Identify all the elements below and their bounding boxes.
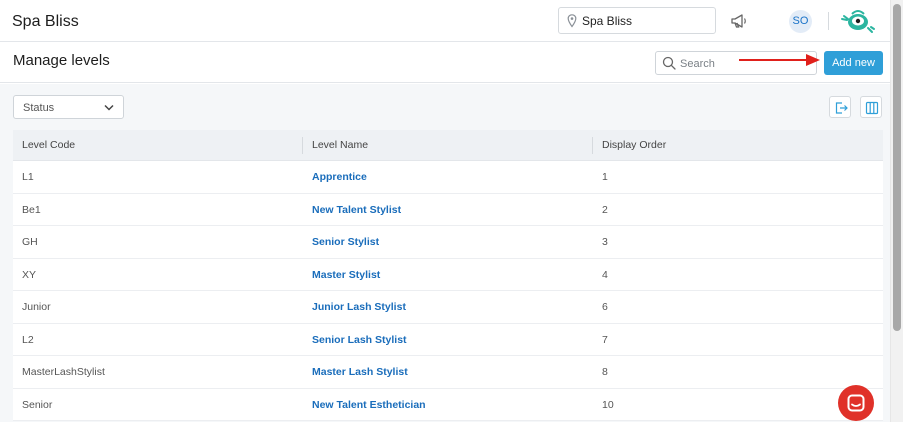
- scrollbar-thumb[interactable]: [893, 4, 901, 331]
- table-row[interactable]: XY Master Stylist 4: [13, 259, 883, 291]
- column-header-level-code[interactable]: Level Code: [22, 139, 75, 151]
- display-order: 1: [602, 171, 608, 183]
- level-code: Be1: [22, 203, 41, 216]
- level-code: L1: [22, 171, 34, 183]
- table-row[interactable]: Be1 New Talent Stylist 2: [13, 194, 883, 226]
- search-placeholder: Search: [680, 58, 715, 70]
- brand-name: Spa Bliss: [12, 13, 79, 30]
- content-area: Status Level Code Level Name Display Ord…: [0, 84, 890, 422]
- export-icon: [835, 102, 848, 114]
- level-name-link[interactable]: Master Lash Stylist: [312, 366, 408, 378]
- table-row[interactable]: Senior New Talent Esthetician 10: [13, 389, 883, 421]
- chat-launcher-button[interactable]: [838, 385, 874, 421]
- status-filter-label: Status: [23, 102, 55, 114]
- location-pin-icon: [567, 14, 577, 28]
- top-bar: Spa Bliss Spa Bliss SO: [0, 0, 890, 42]
- column-divider: [302, 137, 303, 154]
- level-code: GH: [22, 236, 38, 248]
- levels-table: Level Code Level Name Display Order L1 A…: [13, 130, 883, 421]
- level-code: Junior: [22, 301, 51, 313]
- column-header-display-order[interactable]: Display Order: [602, 139, 666, 151]
- level-name-link[interactable]: Apprentice: [312, 171, 367, 183]
- user-avatar[interactable]: SO: [789, 10, 812, 33]
- columns-button[interactable]: [860, 96, 882, 118]
- add-new-button[interactable]: Add new: [824, 51, 883, 75]
- table-row[interactable]: L1 Apprentice 1: [13, 161, 883, 194]
- table-row[interactable]: L2 Senior Lash Stylist 7: [13, 324, 883, 356]
- level-name-link[interactable]: New Talent Esthetician: [312, 399, 426, 411]
- location-name: Spa Bliss: [582, 14, 633, 28]
- display-order: 8: [602, 366, 608, 378]
- mascot-logo-icon[interactable]: [838, 8, 876, 34]
- level-code: MasterLashStylist: [22, 366, 105, 378]
- columns-icon: [865, 101, 879, 115]
- table-row[interactable]: MasterLashStylist Master Lash Stylist 8: [13, 356, 883, 389]
- level-name-link[interactable]: Master Stylist: [312, 269, 380, 281]
- level-name-link[interactable]: Senior Lash Stylist: [312, 334, 407, 346]
- level-code: XY: [22, 268, 37, 281]
- column-header-level-name[interactable]: Level Name: [312, 139, 368, 151]
- level-name-link[interactable]: New Talent Stylist: [312, 204, 401, 216]
- megaphone-icon[interactable]: [729, 11, 749, 31]
- table-header: Level Code Level Name Display Order: [13, 130, 883, 161]
- level-name-link[interactable]: Senior Stylist: [312, 236, 379, 248]
- table-row[interactable]: Junior Junior Lash Stylist 6: [13, 291, 883, 324]
- page-scrollbar[interactable]: [890, 0, 903, 422]
- export-button[interactable]: [829, 96, 851, 118]
- column-divider: [592, 137, 593, 154]
- annotation-arrow-icon: [739, 54, 820, 66]
- level-code: L2: [22, 333, 34, 346]
- chevron-down-icon: [104, 104, 114, 111]
- display-order: 7: [602, 333, 608, 346]
- display-order: 10: [602, 398, 614, 411]
- table-row[interactable]: GH Senior Stylist 3: [13, 226, 883, 259]
- display-order: 6: [602, 301, 608, 313]
- display-order: 3: [602, 236, 608, 248]
- chat-icon: [847, 394, 865, 412]
- divider: [828, 12, 829, 30]
- level-name-link[interactable]: Junior Lash Stylist: [312, 301, 406, 313]
- status-filter-dropdown[interactable]: Status: [13, 95, 124, 119]
- display-order: 2: [602, 203, 608, 216]
- location-selector[interactable]: Spa Bliss: [558, 7, 716, 34]
- page-title: Manage levels: [13, 52, 110, 69]
- level-code: Senior: [22, 398, 53, 411]
- display-order: 4: [602, 268, 608, 281]
- search-icon: [662, 56, 676, 70]
